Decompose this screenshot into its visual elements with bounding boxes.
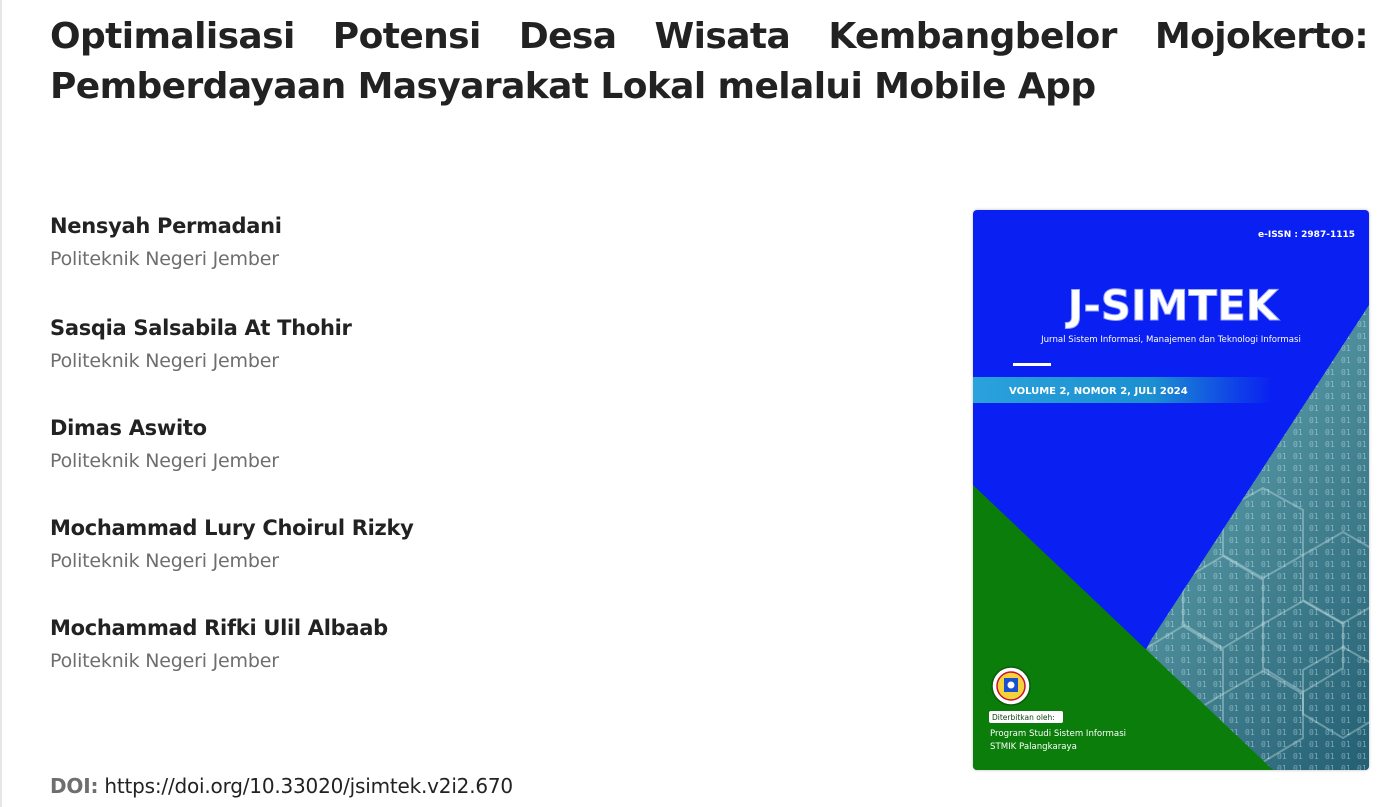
author-item: Dimas Aswito Politeknik Negeri Jember: [50, 414, 750, 474]
page-left-border: [0, 0, 2, 807]
cover-publisher-line2: STMIK Palangkaraya: [990, 742, 1077, 752]
doi-label: DOI:: [50, 774, 99, 798]
cover-divider: [1013, 363, 1051, 366]
author-affiliation: Politeknik Negeri Jember: [50, 350, 279, 372]
author-name: Mochammad Rifki Ulil Albaab: [50, 616, 388, 640]
author-item: Sasqia Salsabila At Thohir Politeknik Ne…: [50, 314, 750, 374]
cover-logo-icon: [991, 666, 1031, 706]
author-name: Dimas Aswito: [50, 416, 207, 440]
journal-cover-image[interactable]: 01 e-ISSN : 2987-1115 J-SIMTEK Jurna: [973, 210, 1369, 770]
author-affiliation: Politeknik Negeri Jember: [50, 248, 279, 270]
cover-journal-subtitle: Jurnal Sistem Informasi, Manajemen dan T…: [1040, 335, 1301, 345]
cover-issue: VOLUME 2, NOMOR 2, JULI 2024: [1009, 386, 1188, 397]
author-name: Mochammad Lury Choirul Rizky: [50, 516, 414, 540]
cover-issn: e-ISSN : 2987-1115: [1258, 230, 1355, 240]
cover-publisher-line1: Program Studi Sistem Informasi: [990, 729, 1126, 739]
author-name: Sasqia Salsabila At Thohir: [50, 316, 352, 340]
cover-journal-name: J-SIMTEK: [1065, 281, 1280, 330]
article-title: Optimalisasi Potensi Desa Wisata Kembang…: [50, 16, 1369, 107]
author-name: Nensyah Permadani: [50, 214, 282, 238]
author-item: Nensyah Permadani Politeknik Negeri Jemb…: [50, 212, 750, 272]
author-affiliation: Politeknik Negeri Jember: [50, 650, 279, 672]
doi-link[interactable]: https://doi.org/10.33020/jsimtek.v2i2.67…: [104, 774, 513, 798]
cover-publisher-label: Diterbitkan oleh:: [992, 713, 1055, 722]
author-item: Mochammad Rifki Ulil Albaab Politeknik N…: [50, 614, 750, 674]
author-affiliation: Politeknik Negeri Jember: [50, 550, 279, 572]
doi-line: DOI: https://doi.org/10.33020/jsimtek.v2…: [50, 772, 513, 800]
author-affiliation: Politeknik Negeri Jember: [50, 450, 279, 472]
author-item: Mochammad Lury Choirul Rizky Politeknik …: [50, 514, 750, 574]
